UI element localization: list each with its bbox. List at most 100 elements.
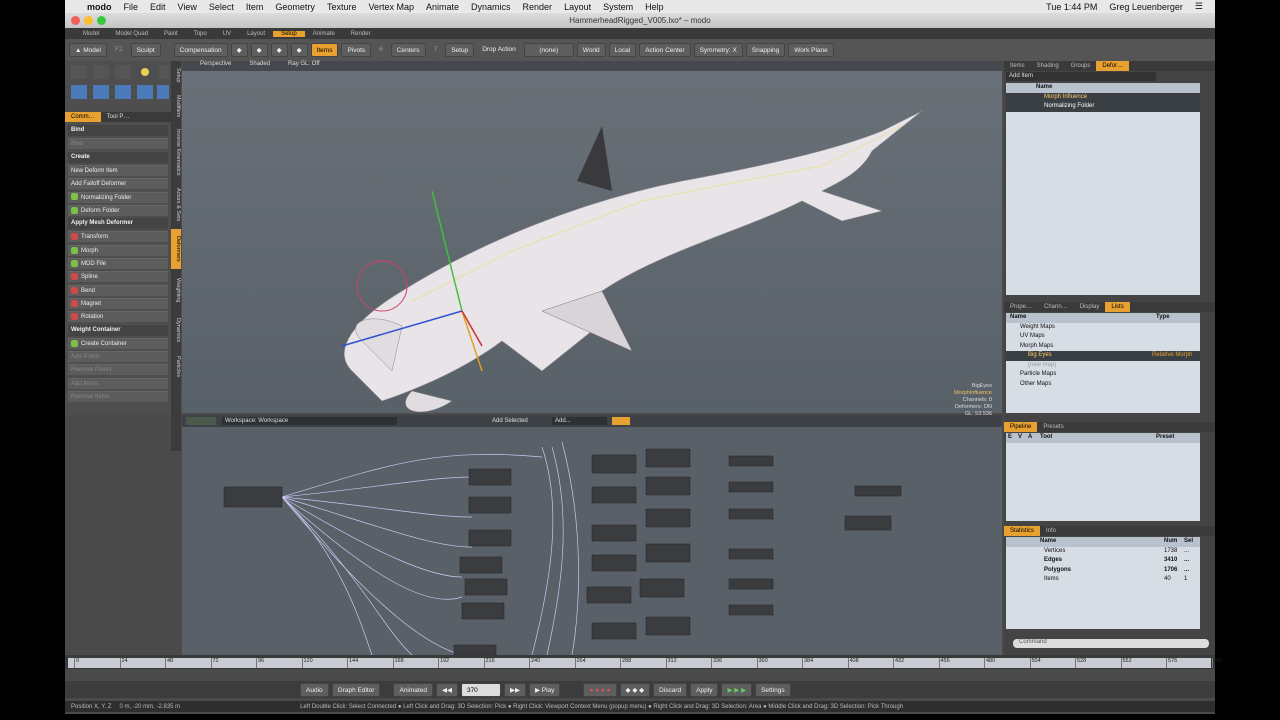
transform-tool-icon[interactable] bbox=[71, 65, 87, 79]
tab-defor[interactable]: Defor… bbox=[1096, 61, 1130, 71]
command-remove-points[interactable]: Remove Points bbox=[68, 364, 168, 376]
rotate-tool-icon[interactable] bbox=[93, 65, 109, 79]
action-center-select[interactable]: Action Center bbox=[639, 43, 691, 57]
node[interactable] bbox=[728, 548, 774, 560]
node[interactable] bbox=[591, 454, 637, 474]
audio-button[interactable]: Audio bbox=[300, 682, 329, 697]
apply-button[interactable]: Apply bbox=[690, 682, 719, 697]
tab-presets[interactable]: Presets bbox=[1037, 422, 1069, 432]
vertices-mode-icon[interactable]: ◆ bbox=[230, 43, 248, 57]
node[interactable] bbox=[461, 602, 505, 620]
command-magnet[interactable]: Magnet bbox=[68, 297, 168, 309]
command-bend[interactable]: Bend bbox=[68, 284, 168, 296]
joint-tool-icon[interactable] bbox=[71, 85, 87, 99]
command-new-deform-item[interactable]: New Deform Item bbox=[68, 164, 168, 176]
node[interactable] bbox=[854, 485, 902, 497]
stats-row-items[interactable]: Items 40 1 bbox=[1006, 575, 1200, 585]
zoom-button[interactable] bbox=[97, 16, 106, 25]
tab-setup[interactable]: Setup bbox=[273, 30, 305, 37]
minimize-button[interactable] bbox=[84, 16, 93, 25]
node[interactable] bbox=[453, 644, 497, 655]
tab-shading[interactable]: Shading bbox=[1031, 61, 1065, 71]
play-controls-icon[interactable]: ▶ ▶ ▶ bbox=[721, 682, 753, 697]
graph-editor-button[interactable]: Graph Editor bbox=[331, 682, 381, 697]
node[interactable] bbox=[645, 476, 691, 496]
materials-mode-icon[interactable]: ◆ bbox=[290, 43, 308, 57]
stats-row-polygons[interactable]: Polygons 1706... bbox=[1006, 566, 1200, 576]
work-plane-button[interactable]: Work Plane bbox=[788, 43, 834, 57]
menu-select[interactable]: Select bbox=[209, 2, 234, 12]
node[interactable] bbox=[645, 508, 691, 528]
command-normalizing-folder[interactable]: Normalizing Folder bbox=[68, 191, 168, 203]
polygons-mode-icon[interactable]: ◆ bbox=[270, 43, 288, 57]
menu-texture[interactable]: Texture bbox=[327, 2, 357, 12]
tab-statistics[interactable]: Statistics bbox=[1004, 526, 1041, 536]
node[interactable] bbox=[468, 468, 512, 486]
edges-mode-icon[interactable]: ◆ bbox=[250, 43, 268, 57]
tab-render[interactable]: Render bbox=[343, 31, 379, 37]
node[interactable] bbox=[645, 616, 691, 636]
command-input[interactable]: Command bbox=[1013, 639, 1209, 648]
node[interactable] bbox=[645, 543, 691, 563]
list-item-uv-maps[interactable]: UV Maps bbox=[1006, 332, 1200, 342]
shark-model[interactable] bbox=[182, 71, 1002, 413]
bone-tool-icon[interactable] bbox=[115, 85, 131, 99]
tab-display[interactable]: Display bbox=[1074, 302, 1106, 312]
side-tab-setup[interactable]: Setup bbox=[171, 61, 181, 89]
node[interactable] bbox=[728, 508, 774, 520]
key-tools-icon[interactable]: ◆ ◆ ◆ bbox=[619, 682, 651, 697]
node[interactable] bbox=[586, 586, 632, 604]
ray-gl-toggle[interactable]: Ray GL: Off bbox=[288, 61, 320, 71]
command-transform[interactable]: Transform bbox=[68, 231, 168, 243]
model-button[interactable]: ▲ Model bbox=[69, 43, 107, 57]
tab-model-quad[interactable]: Model Quad bbox=[107, 31, 156, 37]
list-item-other-maps[interactable]: Other Maps bbox=[1006, 380, 1200, 390]
menu-edit[interactable]: Edit bbox=[150, 2, 166, 12]
tab-lists[interactable]: Lists bbox=[1105, 302, 1130, 312]
menu-vertex-map[interactable]: Vertex Map bbox=[368, 2, 414, 12]
list-item-new-map[interactable]: (new map) bbox=[1006, 361, 1200, 371]
schematic-graph[interactable] bbox=[182, 427, 1002, 655]
eye-morph-handle[interactable] bbox=[356, 260, 408, 312]
node[interactable] bbox=[591, 622, 637, 640]
tab-info[interactable]: Info bbox=[1040, 526, 1062, 536]
tab-items[interactable]: Items bbox=[1004, 61, 1031, 71]
command-add-falloff-deformer[interactable]: Add Falloff Deformer bbox=[68, 178, 168, 190]
timeline-ruler[interactable]: 0 24 48 72 96 120 144 168 192 216 240 264 288 312 336 3… bbox=[68, 658, 1223, 668]
drop-action-select[interactable]: (none) bbox=[523, 43, 574, 57]
light-tool-icon[interactable] bbox=[141, 68, 149, 76]
tree-item-morph-influence[interactable]: Morph Influence bbox=[1006, 92, 1200, 102]
side-tab-particles[interactable]: Particles bbox=[171, 351, 181, 383]
stats-row-edges[interactable]: Edges 3410... bbox=[1006, 556, 1200, 566]
node[interactable] bbox=[591, 554, 637, 572]
scale-tool-icon[interactable] bbox=[159, 65, 169, 79]
settings-button[interactable]: Settings bbox=[755, 682, 791, 697]
record-icon[interactable]: ● ● ● ● bbox=[583, 682, 617, 697]
side-tab-actors-sets[interactable]: Actors & Sets bbox=[171, 183, 181, 227]
tab-animate[interactable]: Animate bbox=[305, 31, 343, 37]
menu-file[interactable]: File bbox=[124, 2, 139, 12]
menu-item[interactable]: Item bbox=[246, 2, 264, 12]
frame-field[interactable]: 370 bbox=[460, 682, 501, 697]
add-node-select[interactable]: Add... bbox=[552, 417, 607, 425]
setup-button[interactable]: Setup bbox=[445, 43, 475, 57]
command-mdd-file[interactable]: MDD File bbox=[68, 258, 168, 269]
side-tab-deformers[interactable]: Deformers bbox=[171, 229, 181, 269]
clock[interactable]: Tue 1:44 PM bbox=[1046, 2, 1097, 12]
command-spline[interactable]: Spline bbox=[68, 271, 168, 283]
animated-select[interactable]: Animated bbox=[393, 682, 433, 697]
node[interactable] bbox=[844, 515, 892, 531]
snapping-button[interactable]: Snapping bbox=[745, 43, 786, 57]
schematic-toggle-icons[interactable] bbox=[612, 417, 630, 425]
menu-dynamics[interactable]: Dynamics bbox=[471, 2, 511, 12]
items-mode-button[interactable]: Items bbox=[310, 43, 339, 57]
skeleton-tool-icon[interactable] bbox=[157, 85, 169, 99]
tab-prope[interactable]: Prope… bbox=[1004, 302, 1038, 312]
tree-item-normalizing-folder[interactable]: Normalizing Folder bbox=[1006, 102, 1200, 112]
tab-paint[interactable]: Paint bbox=[156, 31, 186, 37]
command-remove-items[interactable]: Remove Items bbox=[68, 391, 168, 402]
list-item-big-eyes[interactable]: Big Eyes Relative Morph bbox=[1006, 351, 1200, 361]
node[interactable] bbox=[639, 578, 685, 598]
node[interactable] bbox=[645, 448, 691, 468]
move-tool-icon[interactable] bbox=[115, 65, 131, 79]
